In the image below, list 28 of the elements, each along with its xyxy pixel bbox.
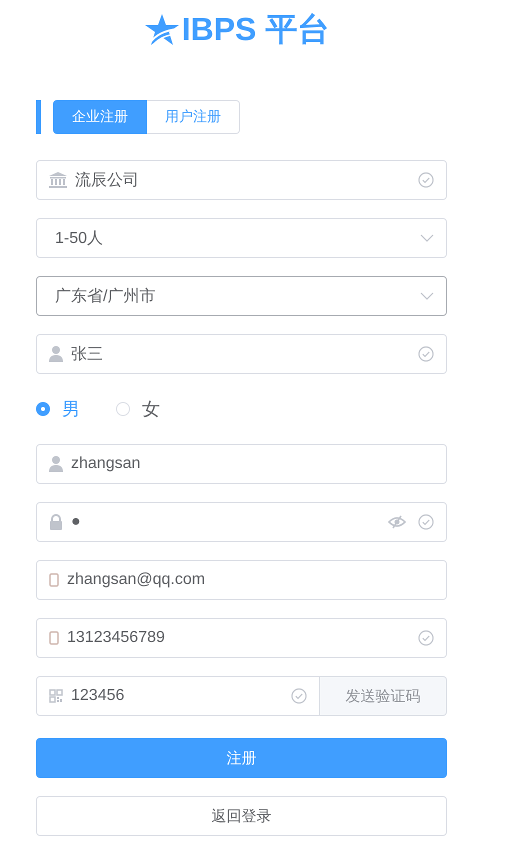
input-field[interactable]: 13123456789: [36, 618, 447, 658]
chevron-down-icon: [420, 234, 434, 242]
user-icon: [49, 346, 63, 362]
select-field[interactable]: 广东省/广州市: [36, 276, 447, 316]
phone-icon: [49, 631, 59, 645]
user-icon: [49, 456, 63, 472]
input-field[interactable]: zhangsan: [36, 444, 447, 484]
input-field[interactable]: 张三: [36, 334, 447, 374]
check-circle-icon: [418, 172, 434, 188]
lock-icon: [49, 514, 63, 530]
check-circle-icon: [418, 514, 434, 530]
app-title: IBPS 平台: [182, 10, 330, 49]
input-field[interactable]: 123456: [36, 676, 320, 716]
phone-icon: [49, 573, 59, 587]
chevron-down-icon: [420, 292, 434, 300]
select-field[interactable]: 1-50人: [36, 218, 447, 258]
radio-option[interactable]: 女: [116, 397, 160, 421]
check-circle-icon: [418, 346, 434, 362]
input-field[interactable]: zhangsan@qq.com: [36, 560, 447, 600]
back-to-login-button[interactable]: 返回登录: [36, 796, 447, 836]
star-logo-icon: [144, 13, 180, 47]
password-field[interactable]: ●: [36, 502, 447, 542]
check-circle-icon: [291, 688, 307, 704]
eye-hidden-icon[interactable]: [388, 515, 406, 529]
input-field[interactable]: 流辰公司: [36, 160, 447, 200]
check-circle-icon: [418, 630, 434, 646]
bank-icon: [49, 172, 67, 188]
qr-code-icon: [49, 689, 63, 703]
